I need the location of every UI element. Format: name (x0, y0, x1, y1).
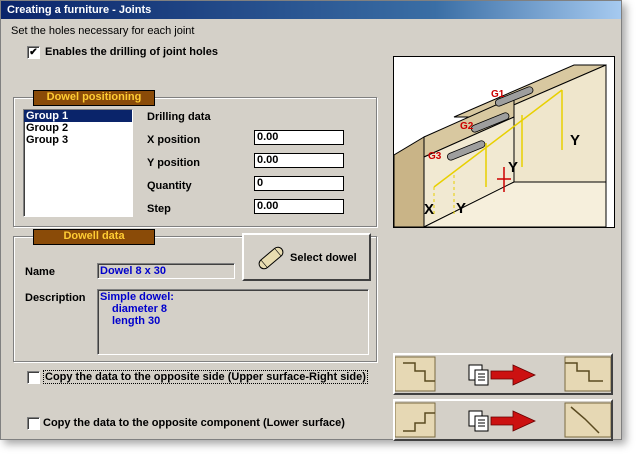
enable-drilling-label: Enables the drilling of joint holes (45, 46, 218, 58)
dowel-icon (258, 246, 284, 270)
diagram-label-y: Y (570, 132, 580, 149)
diagram-label-g2: G2 (460, 121, 474, 132)
enable-drilling-checkbox[interactable]: ✔ (27, 46, 40, 59)
diagram-label-y: Y (508, 159, 518, 176)
copy-icon (468, 364, 489, 386)
copy-opposite-component-button[interactable] (393, 399, 613, 441)
step-input[interactable]: 0.00 (254, 199, 344, 214)
dowel-description-label: Description (25, 292, 86, 304)
select-dowel-button[interactable]: Select dowel (242, 233, 371, 281)
quantity-input[interactable]: 0 (254, 176, 344, 191)
description-line: diameter 8 (112, 303, 168, 315)
copy-opposite-component-checkbox[interactable] (27, 417, 40, 430)
group-list-item[interactable]: Group 2 (24, 122, 132, 134)
group-list-item[interactable]: Group 1 (24, 110, 132, 122)
copy-opposite-side-checkbox[interactable] (27, 371, 40, 384)
window-title: Creating a furniture - Joints (1, 1, 621, 19)
dowel-positioning-legend: Dowel positioning (33, 90, 155, 106)
copy-opposite-side-label[interactable]: Copy the data to the opposite side (Uppe… (43, 370, 368, 384)
quantity-label: Quantity (147, 180, 192, 192)
x-position-input[interactable]: 0.00 (254, 130, 344, 145)
dowel-data-legend: Dowell data (33, 229, 155, 245)
dowel-name-label: Name (25, 266, 55, 278)
copy-opposite-side-button[interactable] (393, 353, 613, 395)
dowel-description-box: Simple dowel: diameter 8 length 30 (97, 289, 369, 355)
arrow-right-icon (490, 410, 536, 432)
y-position-input[interactable]: 0.00 (254, 153, 344, 168)
copy-component-illustration (394, 402, 612, 438)
group-list-item[interactable]: Group 3 (24, 134, 132, 146)
diagram-label-x: X (424, 201, 434, 218)
copy-icon (468, 410, 489, 432)
joint-diagram-drawing: G1 G2 G3 X Y Y Y (393, 64, 607, 228)
x-position-label: X position (147, 134, 201, 146)
diagram-label-g3: G3 (428, 151, 442, 162)
dowel-name-value: Dowel 8 x 30 (97, 263, 235, 279)
description-line: length 30 (112, 315, 161, 327)
copy-opposite-component-label: Copy the data to the opposite component … (43, 417, 345, 429)
arrow-right-icon (490, 364, 536, 386)
intro-text: Set the holes necessary for each joint (11, 25, 195, 37)
select-dowel-label: Select dowel (290, 252, 357, 264)
description-line: Simple dowel: (100, 291, 174, 303)
y-position-label: Y position (147, 157, 200, 169)
copy-side-illustration (394, 356, 612, 392)
diagram-label-y: Y (456, 200, 466, 217)
diagram-label-g1: G1 (491, 89, 505, 100)
joint-diagram: G1 G2 G3 X Y Y Y (393, 56, 615, 228)
drilling-data-label: Drilling data (147, 111, 211, 123)
joints-dialog: Creating a furniture - Joints Set the ho… (0, 0, 622, 441)
step-label: Step (147, 203, 171, 215)
group-list[interactable]: Group 1 Group 2 Group 3 (23, 109, 133, 217)
